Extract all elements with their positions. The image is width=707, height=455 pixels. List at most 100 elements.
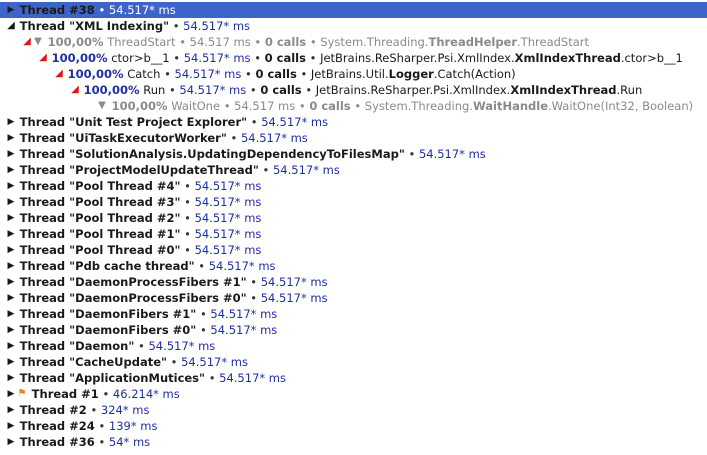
- thread-row[interactable]: ▶ Thread "ApplicationMutices" • 54.517* …: [0, 370, 707, 386]
- namespace: System.Threading.: [364, 99, 473, 113]
- separator-bullet: •: [199, 323, 207, 337]
- thread-time: 54.517* ms: [260, 291, 328, 305]
- thread-time: 46.214* ms: [112, 387, 180, 401]
- thread-row[interactable]: ▶ Thread #2 • 324* ms: [0, 402, 707, 418]
- call-row[interactable]: ◢ 100,00% ctor>b__1 • 54.517* ms • 0 cal…: [0, 50, 707, 66]
- class-name: XmlIndexThread: [514, 51, 621, 65]
- thread-name: Thread "Daemon": [19, 339, 135, 353]
- collapse-arrow-icon[interactable]: ◢: [22, 34, 32, 50]
- thread-name: Thread #36: [19, 435, 95, 449]
- call-percent: 100,00%: [83, 83, 140, 97]
- thread-row[interactable]: ▶ Thread "DaemonProcessFibers #1" • 54.5…: [0, 274, 707, 290]
- thread-row[interactable]: ▶ Thread "UiTaskExecutorWorker" • 54.517…: [0, 130, 707, 146]
- thread-time: 54.517* ms: [194, 195, 262, 209]
- separator-bullet: •: [309, 51, 317, 65]
- thread-row[interactable]: ▶ Thread "CacheUpdate" • 54.517* ms: [0, 354, 707, 370]
- thread-row[interactable]: ▶ Thread "Unit Test Project Explorer" • …: [0, 114, 707, 130]
- thread-name: Thread "Unit Test Project Explorer": [19, 115, 248, 129]
- thread-row[interactable]: ▶ Thread "DaemonProcessFibers #0" • 54.5…: [0, 290, 707, 306]
- thread-name: Thread "ApplicationMutices": [19, 371, 206, 385]
- expand-arrow-icon[interactable]: ▶: [6, 386, 16, 402]
- collapse-arrow-icon[interactable]: ◢: [38, 50, 48, 66]
- expand-arrow-icon[interactable]: ▶: [6, 306, 16, 322]
- thread-name: Thread "CacheUpdate": [19, 355, 167, 369]
- call-count: 0 calls: [309, 99, 351, 113]
- separator-bullet: •: [173, 51, 181, 65]
- expand-arrow-icon[interactable]: ▶: [6, 290, 16, 306]
- expand-arrow-icon[interactable]: ▶: [6, 146, 16, 162]
- expand-arrow-icon[interactable]: ▶: [6, 242, 16, 258]
- method-name: ThreadStart: [107, 35, 176, 49]
- expand-arrow-icon[interactable]: ▶: [6, 434, 16, 450]
- thread-row[interactable]: ▶ Thread "Pdb cache thread" • 54.517* ms: [0, 258, 707, 274]
- namespace: JetBrains.Util.: [310, 67, 389, 81]
- collapse-arrow-icon[interactable]: ◢: [6, 18, 16, 34]
- thread-row[interactable]: ▶ Thread "Pool Thread #0" • 54.517* ms: [0, 242, 707, 258]
- expand-arrow-icon[interactable]: ▶: [6, 162, 16, 178]
- thread-row[interactable]: ▶ Thread "ProjectModelUpdateThread" • 54…: [0, 162, 707, 178]
- call-row[interactable]: ◢ 100,00% Run • 54.517* ms • 0 calls • J…: [0, 82, 707, 98]
- call-percent: 100,00%: [47, 35, 104, 49]
- thread-name: Thread #24: [19, 419, 95, 433]
- thread-time: 54.517* ms: [210, 323, 278, 337]
- thread-row[interactable]: ▶ Thread "Pool Thread #4" • 54.517* ms: [0, 178, 707, 194]
- expand-arrow-icon[interactable]: ▶: [6, 130, 16, 146]
- expand-arrow-icon[interactable]: ▶: [6, 322, 16, 338]
- expand-arrow-icon[interactable]: ▶: [6, 210, 16, 226]
- thread-time: 54* ms: [108, 435, 151, 449]
- call-time: 54.517 ms: [234, 99, 296, 113]
- thread-row[interactable]: ▶ ⚑ Thread #1 • 46.214* ms: [0, 386, 707, 402]
- expand-arrow-icon[interactable]: ▶: [6, 338, 16, 354]
- expand-arrow-icon[interactable]: ▶: [6, 194, 16, 210]
- thread-row[interactable]: ▶ Thread "DaemonFibers #1" • 54.517* ms: [0, 306, 707, 322]
- filter-icon: ▼: [34, 36, 42, 47]
- separator-bullet: •: [230, 131, 238, 145]
- thread-time: 54.517* ms: [181, 355, 248, 369]
- namespace: System.Threading.: [320, 35, 429, 49]
- thread-row[interactable]: ▶ Thread "SolutionAnalysis.UpdatingDepen…: [0, 146, 707, 162]
- thread-name: Thread "Pool Thread #0": [19, 243, 181, 257]
- separator-bullet: •: [298, 99, 306, 113]
- expand-arrow-icon[interactable]: ▶: [6, 370, 16, 386]
- expand-arrow-icon[interactable]: ▶: [6, 418, 16, 434]
- thread-name: Thread "SolutionAnalysis.UpdatingDepende…: [19, 147, 405, 161]
- call-count: 0 calls: [264, 51, 306, 65]
- member-name: .Run: [616, 83, 643, 97]
- thread-time: 54.517* ms: [260, 275, 328, 289]
- thread-row[interactable]: ◢ Thread "XML Indexing" • 54.517* ms: [0, 18, 707, 34]
- thread-row[interactable]: ▶ Thread "DaemonFibers #0" • 54.517* ms: [0, 322, 707, 338]
- expand-arrow-icon[interactable]: ▶: [6, 274, 16, 290]
- thread-row[interactable]: ▶ Thread "Pool Thread #2" • 54.517* ms: [0, 210, 707, 226]
- thread-name: Thread "DaemonProcessFibers #1": [19, 275, 247, 289]
- separator-bullet: •: [184, 227, 191, 241]
- expand-arrow-icon[interactable]: ▶: [6, 226, 16, 242]
- thread-name: Thread "Pool Thread #2": [19, 211, 181, 225]
- separator-bullet: •: [262, 163, 270, 177]
- call-row[interactable]: ◢ 100,00% Catch • 54.517* ms • 0 calls •…: [0, 66, 707, 82]
- namespace: JetBrains.ReSharper.Psi.XmlIndex.: [320, 51, 515, 65]
- expand-arrow-icon[interactable]: ▶: [6, 114, 16, 130]
- call-row[interactable]: ▼ 100,00% WaitOne • 54.517 ms • 0 calls …: [0, 98, 707, 114]
- thread-row[interactable]: ▶ Thread #36 • 54* ms: [0, 434, 707, 450]
- thread-row[interactable]: ▶ Thread "Pool Thread #1" • 54.517* ms: [0, 226, 707, 242]
- separator-bullet: •: [254, 51, 261, 65]
- separator-bullet: •: [254, 35, 262, 49]
- expand-arrow-icon[interactable]: ▶: [6, 178, 16, 194]
- call-row[interactable]: ◢ ▼ 100,00% ThreadStart • 54.517 ms • 0 c…: [0, 34, 707, 50]
- call-tree[interactable]: ▶ Thread #38 • 54.517* ms ◢ Thread "XML I…: [0, 0, 707, 455]
- expand-arrow-icon[interactable]: ▶: [6, 2, 16, 18]
- thread-row[interactable]: ▶ Thread #38 • 54.517* ms: [0, 2, 707, 18]
- thread-name: Thread "DaemonFibers #0": [19, 323, 197, 337]
- thread-time: 54.517* ms: [240, 131, 308, 145]
- thread-row[interactable]: ▶ Thread "Daemon" • 54.517* ms: [0, 338, 707, 354]
- collapse-arrow-icon[interactable]: ◢: [70, 82, 80, 98]
- thread-time: 54.517* ms: [272, 163, 340, 177]
- thread-time: 54.517* ms: [219, 371, 286, 385]
- thread-time: 54.517* ms: [208, 259, 276, 273]
- expand-arrow-icon[interactable]: ▶: [6, 354, 16, 370]
- expand-arrow-icon[interactable]: ▶: [6, 402, 16, 418]
- thread-row[interactable]: ▶ Thread #24 • 139* ms: [0, 418, 707, 434]
- thread-row[interactable]: ▶ Thread "Pool Thread #3" • 54.517* ms: [0, 194, 707, 210]
- expand-arrow-icon[interactable]: ▶: [6, 258, 16, 274]
- collapse-arrow-icon[interactable]: ◢: [54, 66, 64, 82]
